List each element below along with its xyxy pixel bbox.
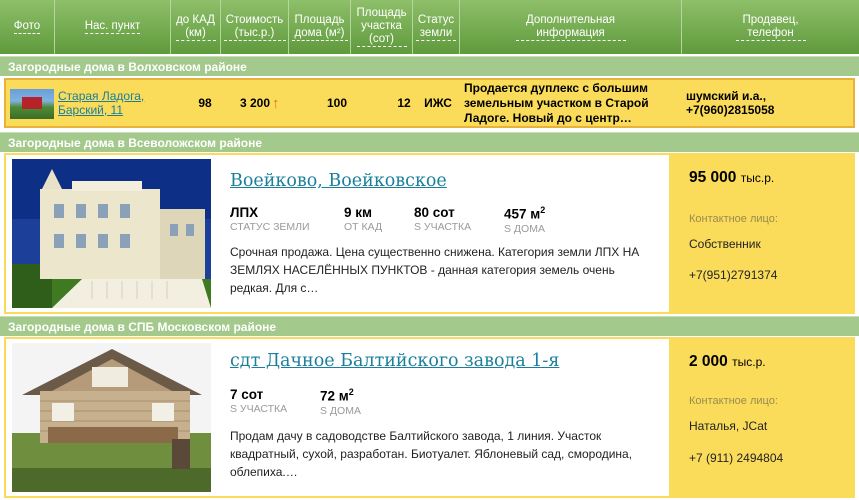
stat-value-text: 457 м xyxy=(504,206,541,222)
stat-value-sup: 2 xyxy=(540,205,546,215)
contact-label: Контактное лицо: xyxy=(689,213,778,225)
col-kad-label: до КАД (км) xyxy=(175,13,216,41)
section-volkhov: Загородные дома в Волховском районе xyxy=(0,56,859,76)
col-foto[interactable]: Фото xyxy=(0,0,55,54)
contact-name: Наталья, JCat xyxy=(689,419,768,433)
stat-value: 7 сот xyxy=(230,387,264,402)
listing-description: Срочная продажа. Цена существенно снижен… xyxy=(230,245,640,295)
listing-card-sdt-baltic[interactable]: сдт Дачное Балтийского завода 1-я 7 сот … xyxy=(4,337,855,498)
listing-kad: 98 xyxy=(198,96,212,110)
col-info[interactable]: Дополнительная информация xyxy=(460,0,682,54)
stat-house-area: 457 м2 S ДОМА xyxy=(504,205,545,235)
col-info-label: Дополнительная информация xyxy=(515,14,626,41)
stat-value: 72 м2 xyxy=(320,387,361,404)
contact-label: Контактное лицо: xyxy=(689,395,778,407)
stat-label: ОТ КАД xyxy=(344,221,383,233)
stat-label: S ДОМА xyxy=(504,222,545,235)
table-header: Фото Нас. пункт до КАД (км) Стоимость (т… xyxy=(0,0,859,54)
stat-label: СТАТУС ЗЕМЛИ xyxy=(230,221,310,233)
col-area-label: Площадь дома (м²) xyxy=(291,14,348,41)
listing-seller-name: шумский и.а., xyxy=(686,89,767,103)
price-up-arrow-icon: ↑ xyxy=(272,94,280,112)
price-value: 2 000 xyxy=(689,353,728,370)
stat-label: S ДОМА xyxy=(320,404,361,417)
col-foto-label: Фото xyxy=(13,20,41,34)
price-value: 95 000 xyxy=(689,169,737,186)
stat-value: 80 сот xyxy=(414,205,455,220)
listing-seller-phone: +7(960)2815058 xyxy=(686,103,775,117)
listing-sidebar: 95 000 тыс.р. Контактное лицо: Собственн… xyxy=(669,155,853,312)
listing-place-link[interactable]: Старая Ладога, Барский, 11 xyxy=(58,89,170,117)
stat-plot-area: 80 сот S УЧАСТКА xyxy=(414,205,471,233)
listing-title-link[interactable]: Воейково, Воейковское xyxy=(230,171,447,191)
listing-price: 2 000 тыс.р. xyxy=(689,353,766,371)
stat-value: 9 км xyxy=(344,205,373,220)
listing-sidebar: 2 000 тыс.р. Контактное лицо: Наталья, J… xyxy=(669,339,853,496)
col-np[interactable]: Нас. пункт xyxy=(55,0,171,54)
listing-price: 3 200 xyxy=(240,96,271,110)
listing-plot: 12 xyxy=(397,96,411,110)
listing-photo[interactable] xyxy=(12,343,211,492)
listing-card-voeikovo[interactable]: Воейково, Воейковское ЛПХ СТАТУС ЗЕМЛИ 9… xyxy=(4,153,855,314)
stat-value: 457 м2 xyxy=(504,205,545,222)
col-status-label: Статус земли xyxy=(416,13,456,41)
listing-thumbnail[interactable] xyxy=(10,89,54,119)
col-status[interactable]: Статус земли xyxy=(413,0,460,54)
stat-land-status: ЛПХ СТАТУС ЗЕМЛИ xyxy=(230,205,310,233)
col-plot[interactable]: Площадь участка (сот) xyxy=(351,0,413,54)
listing-info: Продается дуплекс с большим земельным уч… xyxy=(464,80,649,125)
col-area[interactable]: Площадь дома (м²) xyxy=(289,0,351,54)
listing-row-staraya-ladoga[interactable]: Старая Ладога, Барский, 11 98 3 200 ↑ 10… xyxy=(4,78,855,128)
col-np-label: Нас. пункт xyxy=(84,20,141,34)
stat-value-sup: 2 xyxy=(348,387,354,397)
col-kad[interactable]: до КАД (км) xyxy=(171,0,221,54)
listing-status: ИЖС xyxy=(424,96,452,110)
listing-price: 95 000 тыс.р. xyxy=(689,169,774,187)
col-seller[interactable]: Продавец, телефон xyxy=(682,0,859,54)
col-cost-label: Стоимость (тыс.р.) xyxy=(223,14,286,41)
section-moskovsky: Загородные дома в СПБ Московском районе xyxy=(0,316,859,336)
price-unit: тыс.р. xyxy=(732,355,766,369)
listing-seller: шумский и.а., +7(960)2815058 xyxy=(686,80,851,126)
listing-photo[interactable] xyxy=(12,159,211,308)
stat-plot-area: 7 сот S УЧАСТКА xyxy=(230,387,287,415)
stat-kad-distance: 9 км ОТ КАД xyxy=(344,205,382,233)
stat-value-text: 72 м xyxy=(320,388,349,404)
listing-area: 100 xyxy=(326,96,348,110)
price-unit: тыс.р. xyxy=(740,171,775,185)
listing-description: Продам дачу в садоводстве Балтийского за… xyxy=(230,429,633,479)
contact-phone[interactable]: +7(951)2791374 xyxy=(689,268,777,282)
col-cost[interactable]: Стоимость (тыс.р.) xyxy=(221,0,289,54)
contact-phone[interactable]: +7 (911) 2494804 xyxy=(689,451,783,465)
section-vsevolozhsk: Загородные дома в Всеволожском районе xyxy=(0,132,859,152)
contact-name: Собственник xyxy=(689,237,761,251)
col-seller-label: Продавец, телефон xyxy=(735,14,806,41)
stat-label: S УЧАСТКА xyxy=(230,403,288,415)
listing-title-link[interactable]: сдт Дачное Балтийского завода 1-я xyxy=(230,351,559,371)
col-plot-label: Площадь участка (сот) xyxy=(356,7,407,47)
stat-label: S УЧАСТКА xyxy=(414,221,472,233)
stat-value: ЛПХ xyxy=(230,205,259,220)
listing-price-cell: 3 200 ↑ xyxy=(240,80,300,126)
stat-house-area: 72 м2 S ДОМА xyxy=(320,387,361,417)
